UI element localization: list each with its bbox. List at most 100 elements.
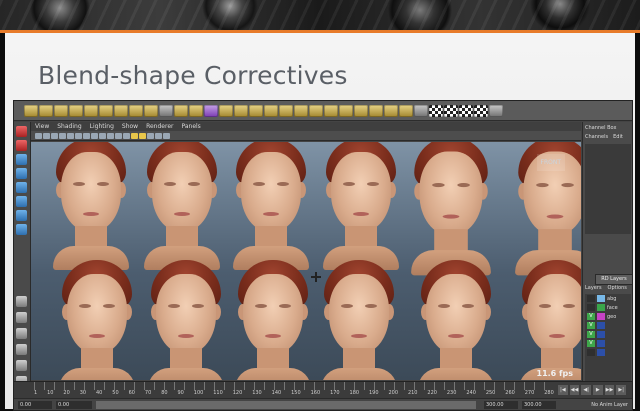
shelf-sculpt-icon[interactable] — [414, 104, 428, 117]
animation-start-field[interactable]: 0.00 — [18, 401, 52, 409]
view-cube-label[interactable]: FRONT — [536, 154, 565, 171]
layout-graph-icon[interactable] — [16, 360, 27, 371]
shelf-uv-editor-icon[interactable] — [459, 104, 473, 117]
layer-color-swatch[interactable] — [597, 349, 605, 356]
layer-row[interactable]: V — [585, 330, 631, 339]
rotate-tool-icon[interactable] — [16, 182, 27, 193]
move-manipulator-icon[interactable] — [311, 272, 321, 282]
layer-color-swatch[interactable] — [597, 304, 605, 311]
playback-end-field[interactable]: 300.00 — [484, 401, 518, 409]
layout-four-icon[interactable] — [16, 312, 27, 323]
menu-show[interactable]: Show — [122, 122, 138, 131]
layer-row[interactable]: abg — [585, 294, 631, 303]
play-forward-button[interactable]: ▶ — [593, 385, 603, 395]
shelf-insert-edge-icon[interactable] — [279, 104, 293, 117]
visibility-toggle[interactable] — [587, 349, 595, 356]
shelf-cylinder-icon[interactable] — [54, 104, 68, 117]
layer-color-swatch[interactable] — [597, 331, 605, 338]
visibility-toggle[interactable]: V — [587, 322, 595, 329]
wireframe-icon[interactable] — [115, 132, 122, 139]
shelf-extract-icon[interactable] — [189, 104, 203, 117]
go-to-end-button[interactable]: ▶| — [616, 385, 627, 395]
shelf-reduce-icon[interactable] — [399, 104, 413, 117]
select-tool-icon[interactable] — [16, 126, 27, 137]
time-slider[interactable]: 1 10 20 30 40 50 60 70 80 90 100 110 120… — [14, 381, 632, 398]
shelf-checker-icon[interactable] — [474, 104, 488, 117]
menu-panels[interactable]: Panels — [181, 122, 200, 131]
shelf-fill-hole-icon[interactable] — [384, 104, 398, 117]
tab-edit[interactable]: Edit — [613, 134, 623, 142]
tab-options[interactable]: Options — [608, 285, 627, 293]
render-layers-button[interactable]: RD Layers — [595, 274, 632, 285]
scale-tool-icon[interactable] — [16, 196, 27, 207]
shelf-plane-icon[interactable] — [84, 104, 98, 117]
anim-layer-selector[interactable]: No Anim Layer — [591, 401, 628, 409]
menu-view[interactable]: View — [35, 122, 49, 131]
field-chart-icon[interactable] — [91, 132, 98, 139]
soft-mod-tool-icon[interactable] — [16, 224, 27, 235]
playback-start-field[interactable]: 0.00 — [56, 401, 92, 409]
layer-row[interactable]: V — [585, 321, 631, 330]
visibility-toggle[interactable] — [587, 295, 595, 302]
step-back-frame-button[interactable]: ◀| — [581, 385, 592, 395]
shelf-combine-icon[interactable] — [159, 104, 173, 117]
layout-outliner-icon[interactable] — [16, 344, 27, 355]
head-model[interactable] — [519, 260, 581, 380]
shelf-cube-icon[interactable] — [39, 104, 53, 117]
image-plane-icon[interactable] — [51, 132, 58, 139]
step-back-key-button[interactable]: ◀◀ — [569, 385, 580, 395]
shadows-icon[interactable] — [139, 132, 146, 139]
shelf-sphere-icon[interactable] — [24, 104, 38, 117]
lasso-tool-icon[interactable] — [16, 140, 27, 151]
shelf-mirror-icon[interactable] — [369, 104, 383, 117]
shelf-helix-icon[interactable] — [144, 104, 158, 117]
xray-icon[interactable] — [155, 132, 162, 139]
smooth-shade-icon[interactable] — [123, 132, 130, 139]
menu-shading[interactable]: Shading — [57, 122, 81, 131]
gate-mask-icon[interactable] — [83, 132, 90, 139]
visibility-toggle[interactable]: V — [587, 313, 595, 320]
shelf-smooth-icon[interactable] — [204, 104, 218, 117]
head-model[interactable] — [53, 142, 129, 270]
menu-renderer[interactable]: Renderer — [146, 122, 173, 131]
camera-attributes-icon[interactable] — [35, 132, 42, 139]
shelf-poke-icon[interactable] — [339, 104, 353, 117]
head-model[interactable] — [144, 142, 220, 270]
shelf-wedge-icon[interactable] — [324, 104, 338, 117]
shelf-merge-icon[interactable] — [294, 104, 308, 117]
layout-single-icon[interactable] — [16, 296, 27, 307]
film-gate-icon[interactable] — [67, 132, 74, 139]
isolate-select-icon[interactable] — [163, 132, 170, 139]
lighting-icon[interactable] — [131, 132, 138, 139]
animation-end-field[interactable]: 300.00 — [522, 401, 556, 409]
shelf-bevel-icon[interactable] — [309, 104, 323, 117]
shelf-extrude-icon[interactable] — [219, 104, 233, 117]
paint-select-icon[interactable] — [16, 154, 27, 165]
shelf-separate-icon[interactable] — [174, 104, 188, 117]
shelf-torus-icon[interactable] — [99, 104, 113, 117]
grid-toggle-icon[interactable] — [59, 132, 66, 139]
head-model[interactable] — [59, 260, 135, 380]
safe-action-icon[interactable] — [99, 132, 106, 139]
manipulator-tool-icon[interactable] — [16, 210, 27, 221]
textured-icon[interactable] — [147, 132, 154, 139]
layer-color-swatch[interactable] — [597, 340, 605, 347]
head-model[interactable] — [411, 142, 491, 276]
shelf-pipe-icon[interactable] — [129, 104, 143, 117]
shelf-disc-icon[interactable] — [114, 104, 128, 117]
layer-row[interactable]: face — [585, 303, 631, 312]
front-viewport[interactable]: FRONT 11.6 fps — [31, 142, 581, 380]
camera-bookmark-icon[interactable] — [43, 132, 50, 139]
layer-row[interactable]: V — [585, 339, 631, 348]
layer-color-swatch[interactable] — [597, 313, 605, 320]
visibility-toggle[interactable]: V — [587, 340, 595, 347]
head-model[interactable] — [321, 260, 397, 380]
layout-side-icon[interactable] — [16, 328, 27, 339]
head-model[interactable] — [323, 142, 399, 270]
layer-color-swatch[interactable] — [597, 295, 605, 302]
shelf-bridge-icon[interactable] — [234, 104, 248, 117]
head-model[interactable] — [418, 260, 494, 380]
step-forward-key-button[interactable]: ▶▶ — [604, 385, 615, 395]
channel-list[interactable] — [585, 144, 631, 234]
shelf-append-icon[interactable] — [249, 104, 263, 117]
